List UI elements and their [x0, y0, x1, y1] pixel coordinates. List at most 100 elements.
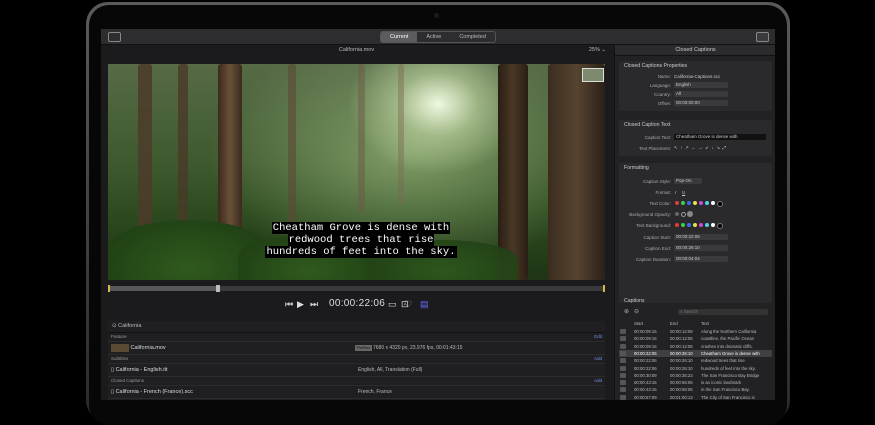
caption-row-icon	[620, 329, 626, 334]
properties-title: Closed Captions Properties	[624, 63, 688, 69]
text-color-swatch[interactable]	[717, 201, 723, 207]
opacity-option[interactable]	[681, 212, 686, 217]
list-item-feature[interactable]: California.mov ProRes 7680 x 4320 px, 23…	[108, 342, 605, 355]
caption-duration-field[interactable]: 00:00:04:04	[674, 256, 728, 262]
played-range	[108, 286, 218, 291]
caption-style-select[interactable]: Pop-On	[674, 178, 702, 184]
tab-current[interactable]: Current	[381, 32, 418, 42]
text-color-label: Text Color:	[649, 201, 671, 206]
tree-trunk	[288, 64, 296, 234]
text-background-swatch[interactable]	[681, 223, 685, 227]
caption-start-cell: 00:00:09:15	[634, 336, 657, 342]
language-select[interactable]: English	[674, 82, 728, 88]
playhead[interactable]	[216, 285, 220, 292]
document-icon: ▯	[111, 367, 115, 373]
background-opacity-label: Background Opacity:	[629, 212, 671, 217]
text-background-swatch[interactable]	[693, 223, 697, 227]
country-label: Country:	[653, 92, 671, 97]
placement-arrows-icon[interactable]: ↖↑↗←→↙↓↘⤢	[674, 145, 729, 151]
language-label: Language:	[649, 83, 671, 88]
captions-search-input[interactable]: ⌕ Search	[678, 309, 768, 315]
text-background-swatch[interactable]	[675, 223, 679, 227]
opacity-option[interactable]	[687, 211, 693, 217]
text-color-swatch[interactable]	[705, 201, 709, 205]
underline-button[interactable]: U	[682, 190, 685, 195]
column-header-text[interactable]: Text	[701, 320, 709, 327]
table-row[interactable]: 00:00:22:06 00:00:26:10 hundreds of feet i…	[619, 365, 772, 372]
in-marker[interactable]	[108, 285, 110, 292]
column-header-start[interactable]: Start	[634, 320, 643, 327]
tab-active[interactable]: Active	[417, 32, 450, 42]
table-row[interactable]: 00:00:43:15 00:00:58:06 in the San Francis…	[619, 386, 772, 393]
caption-text-field[interactable]: Cheatham Grove is dense with	[674, 134, 766, 140]
display-mode-icon[interactable]: ▭	[388, 296, 397, 312]
format-label: Format:	[655, 190, 671, 195]
caption-text-label: Caption Text:	[644, 135, 671, 140]
caption-text-group: Closed Caption Text Caption Text: Cheath…	[619, 120, 772, 156]
caption-text-cell: The City of San Francisco is	[701, 394, 755, 400]
list-item-captions[interactable]: ▯ California - French (France).scc Frenc…	[108, 386, 605, 399]
table-row[interactable]: 00:00:22:06 00:00:26:10 redwood trees that…	[619, 357, 772, 364]
table-row[interactable]: 00:00:09:15 00:00:12:08 coastline, the Pac…	[619, 335, 772, 342]
table-row[interactable]: 00:00:57:09 00:01:00:13 The City of San Fr…	[619, 394, 772, 400]
name-label: Name:	[657, 74, 671, 79]
edit-feature-button[interactable]: Edit	[594, 333, 602, 341]
country-select[interactable]: All	[674, 91, 728, 97]
caption-start-cell: 00:00:43:15	[634, 380, 657, 386]
sidebar-toggle-icon[interactable]	[108, 32, 121, 42]
caption-start-cell: 00:00:57:09	[634, 394, 657, 400]
remove-caption-icon[interactable]: ⊖	[634, 308, 639, 315]
collapse-icon[interactable]: ⊙	[108, 323, 117, 329]
add-caption-icon[interactable]: ⊕	[624, 308, 629, 315]
timeline-scrubber[interactable]	[108, 285, 605, 292]
list-item-subtitles[interactable]: ▯ California - English.itt English, All,…	[108, 364, 605, 377]
text-background-swatch[interactable]	[711, 223, 715, 227]
italic-button[interactable]: I	[675, 190, 676, 195]
out-marker[interactable]	[603, 285, 605, 292]
play-icon[interactable]: ▶	[297, 296, 304, 312]
opacity-option[interactable]	[675, 212, 679, 216]
subtitles-filename: California - English.itt	[115, 367, 168, 373]
add-subtitles-button[interactable]: Add	[594, 355, 602, 363]
next-icon[interactable]: ⏭	[310, 296, 318, 312]
caption-start-cell: 00:00:09:15	[634, 329, 657, 334]
caption-style-label: Caption Style:	[642, 179, 671, 184]
zoom-menu[interactable]: 25% ⌄	[589, 45, 606, 55]
text-color-swatch[interactable]	[711, 201, 715, 205]
text-color-swatch[interactable]	[687, 201, 691, 205]
column-header-end[interactable]: End	[670, 320, 678, 327]
caption-end-field[interactable]: 00:00:26:10	[674, 245, 728, 251]
table-row[interactable]: 00:00:09:15 00:00:12:08 crashes into drama…	[619, 343, 772, 350]
table-row[interactable]: 00:00:09:15 00:00:12:08 Along the Northern…	[619, 328, 772, 335]
text-background-swatch[interactable]	[717, 223, 723, 229]
captions-icon[interactable]: ▤	[420, 296, 429, 312]
text-color-swatch[interactable]	[681, 201, 685, 205]
table-row[interactable]: 00:00:30:09 00:00:35:23 The San Francisco …	[619, 372, 772, 379]
audio-icon[interactable]: ♡	[404, 296, 412, 312]
offset-field[interactable]: 00:00:00:00	[674, 100, 728, 106]
toolbar: Current Active Completed	[101, 29, 775, 45]
text-background-swatch[interactable]	[699, 223, 703, 227]
caption-end-cell: 00:00:26:10	[670, 358, 693, 364]
table-row[interactable]: 00:00:43:15 00:00:56:06 is an iconic landm…	[619, 379, 772, 386]
table-row[interactable]: 00:00:22:06 00:00:26:10 Cheatham Grove is …	[619, 349, 772, 357]
text-background-swatch[interactable]	[687, 223, 691, 227]
text-color-swatch[interactable]	[693, 201, 697, 205]
text-background-swatch[interactable]	[705, 223, 709, 227]
caption-end-cell: 00:00:35:23	[670, 372, 693, 378]
text-background-label: Text Background:	[636, 223, 671, 228]
offset-label: Offset:	[657, 101, 671, 106]
inspector-toggle-icon[interactable]	[756, 32, 769, 42]
previous-icon[interactable]: ⏮	[285, 296, 293, 312]
caption-text-cell: crashes into dramatic cliffs.	[701, 343, 753, 349]
add-captions-button[interactable]: Add	[594, 377, 602, 385]
video-frame: Cheatham Grove is dense with redwood tre…	[108, 64, 605, 280]
inspector-pane: Closed Captions Closed Captions Properti…	[614, 45, 775, 400]
tab-completed[interactable]: Completed	[450, 32, 495, 42]
caption-start-field[interactable]: 00:00:22:06	[674, 234, 728, 240]
view-segmented-control: Current Active Completed	[380, 31, 496, 43]
formatting-title: Formatting	[624, 165, 649, 171]
text-color-swatch[interactable]	[699, 201, 703, 205]
text-color-swatch[interactable]	[675, 201, 679, 205]
format-badge: ProRes	[355, 345, 373, 351]
